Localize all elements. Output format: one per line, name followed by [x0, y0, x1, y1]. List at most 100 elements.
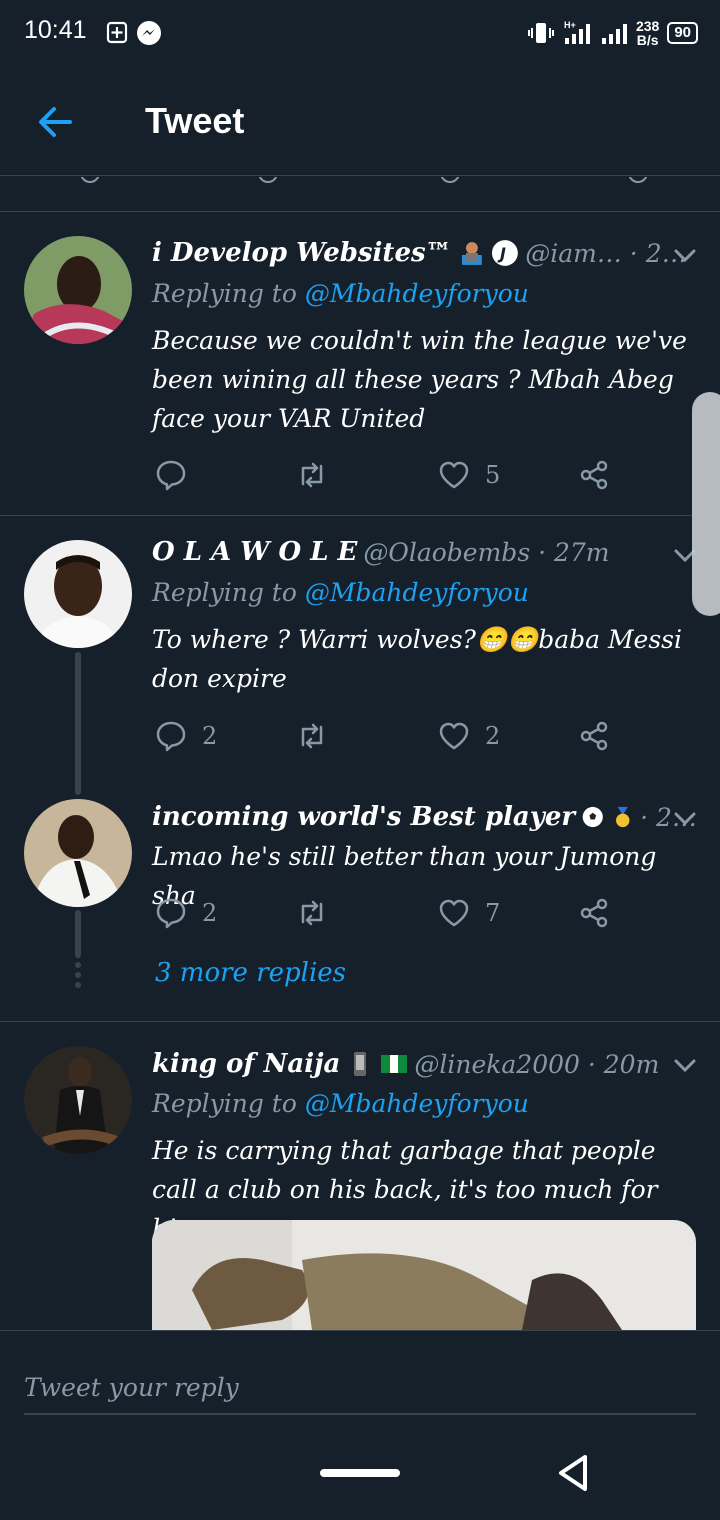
reply-composer	[0, 1330, 720, 1425]
partial-share-icon	[628, 177, 648, 183]
retweet-icon	[301, 723, 323, 749]
replying-prefix: Replying to	[152, 279, 297, 308]
share-button[interactable]	[578, 716, 612, 756]
like-button[interactable]: 5	[437, 455, 500, 495]
chevron-down-icon[interactable]	[672, 245, 698, 265]
reply-input[interactable]	[24, 1361, 696, 1415]
previous-tweet-actions	[0, 177, 720, 212]
share-icon	[580, 721, 608, 751]
reply-button[interactable]: 2	[154, 893, 217, 933]
svg-text:H+: H+	[564, 20, 576, 30]
share-icon	[580, 460, 608, 490]
replying-to: Replying to @Mbahdeyforyou	[152, 279, 529, 308]
messenger-icon	[137, 21, 161, 45]
mobile-phone-emoji	[354, 1052, 367, 1076]
user-avatar-image	[24, 799, 132, 907]
signal-icon-2	[601, 24, 627, 44]
like-button[interactable]: 2	[437, 716, 500, 756]
mention-link[interactable]: @Mbahdeyforyou	[305, 279, 529, 308]
tweet-text: To where ? Warri wolves?😁😁baba Messi don…	[152, 625, 683, 693]
reply-button[interactable]	[154, 455, 188, 495]
gold-medal-emoji	[615, 806, 630, 828]
arrow-left-icon[interactable]	[30, 96, 82, 148]
top-app-bar: Tweet	[0, 66, 720, 176]
avatar[interactable]	[24, 1046, 132, 1154]
replying-prefix: Replying to	[152, 578, 297, 607]
partial-like-icon	[440, 177, 460, 183]
avatar[interactable]	[24, 799, 132, 907]
network-speed-unit: B/s	[636, 32, 659, 48]
share-button[interactable]	[578, 455, 612, 495]
partial-reply-icon	[80, 177, 100, 183]
vibrate-icon	[527, 23, 554, 43]
more-replies-link[interactable]: 3 more replies	[155, 958, 346, 988]
heart-icon	[439, 899, 469, 927]
tweet-actions: 2 7	[152, 893, 622, 933]
like-count: 2	[485, 722, 501, 750]
mention-link[interactable]: @Mbahdeyforyou	[305, 1089, 529, 1118]
scrollbar-thumb[interactable]	[692, 392, 720, 616]
divider	[0, 1021, 720, 1022]
user-avatar-image	[24, 1046, 132, 1154]
display-name[interactable]: i Develop Websites™	[152, 238, 452, 268]
thread-connector	[75, 652, 81, 795]
tweet-header: incoming world's Best player · 26m	[152, 798, 700, 836]
user-avatar-image	[24, 236, 132, 344]
display-name[interactable]: incoming world's Best player	[152, 802, 575, 832]
retweet-button[interactable]	[295, 716, 329, 756]
signal-icon-1: H+	[564, 20, 590, 44]
status-right: H+ 238 B/s 90	[527, 16, 698, 50]
like-count: 5	[485, 461, 501, 489]
like-button[interactable]: 7	[437, 893, 500, 933]
battery-saver-icon	[106, 21, 128, 44]
divider	[0, 515, 720, 516]
retweet-button[interactable]	[295, 893, 329, 933]
handle-time: @lineka2000 · 20m	[414, 1049, 660, 1079]
reply-icon	[156, 898, 186, 929]
technologist-emoji	[461, 242, 482, 265]
status-bar: 10:41 H+ 238 B/s 90	[0, 0, 720, 66]
heart-icon	[439, 461, 469, 489]
reply-button[interactable]: 2	[154, 716, 217, 756]
tweet-header: O L A W O L E @Olaobembs · 27m	[152, 533, 700, 571]
letter-j-emoji: J	[492, 240, 519, 266]
replying-prefix: Replying to	[152, 1089, 297, 1118]
heart-icon	[439, 722, 469, 750]
tweet-actions: 2 2	[152, 716, 622, 756]
tweet-header: i Develop Websites™ J @iam… · 23m	[152, 234, 700, 272]
avatar[interactable]	[24, 236, 132, 344]
reply-count: 2	[202, 899, 218, 927]
thread-ellipsis	[74, 962, 82, 992]
tweet-actions: 5	[152, 455, 622, 495]
reply-icon	[156, 721, 186, 752]
display-name[interactable]: O L A W O L E	[152, 537, 357, 567]
soccer-ball-emoji	[582, 806, 603, 828]
network-speed-value: 238	[635, 18, 660, 34]
tweet-media-image[interactable]	[152, 1220, 696, 1330]
retweet-icon	[301, 900, 323, 926]
nigeria-flag-emoji	[381, 1055, 408, 1073]
mention-link[interactable]: @Mbahdeyforyou	[305, 578, 529, 607]
replying-to: Replying to @Mbahdeyforyou	[152, 578, 529, 607]
tweet-text: Because we couldn't win the league we've…	[152, 326, 687, 433]
system-back-icon[interactable]	[555, 1453, 591, 1493]
battery-indicator: 90	[667, 22, 698, 44]
system-navigation-bar	[0, 1425, 720, 1520]
retweet-button[interactable]	[295, 455, 329, 495]
retweet-icon	[301, 462, 323, 488]
reply-count: 2	[202, 722, 218, 750]
share-icon	[580, 898, 608, 928]
home-gesture-pill[interactable]	[320, 1469, 400, 1477]
display-name[interactable]: king of Naija	[152, 1049, 340, 1079]
tweet-header: king of Naija @lineka2000 · 20m	[152, 1045, 700, 1083]
reply-icon	[156, 460, 186, 491]
status-time: 10:41	[24, 16, 87, 44]
replying-to: Replying to @Mbahdeyforyou	[152, 1089, 529, 1118]
share-button[interactable]	[578, 893, 612, 933]
like-count: 7	[485, 899, 501, 927]
avatar[interactable]	[24, 540, 132, 648]
chevron-down-icon[interactable]	[672, 808, 698, 828]
network-speed: 238 B/s	[636, 19, 659, 47]
media-photo	[152, 1220, 696, 1330]
chevron-down-icon[interactable]	[672, 1055, 698, 1075]
